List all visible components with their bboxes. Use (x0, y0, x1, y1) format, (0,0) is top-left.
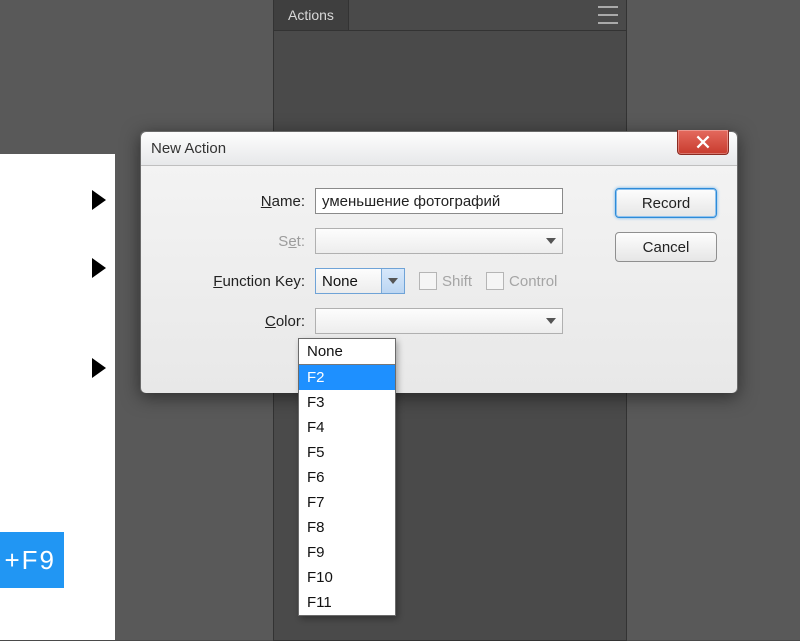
actions-panel-header: Actions (274, 0, 626, 31)
close-button[interactable] (677, 130, 729, 155)
chevron-down-icon (381, 269, 404, 293)
function-key-option[interactable]: F10 (299, 565, 395, 590)
function-key-option[interactable]: F6 (299, 465, 395, 490)
function-key-row: Function Key: None Shift Control (159, 268, 719, 294)
function-key-dropdown[interactable]: None (315, 268, 405, 294)
record-button[interactable]: Record (615, 188, 717, 218)
function-key-option[interactable]: F2 (299, 365, 395, 390)
control-checkbox[interactable]: Control (486, 272, 557, 290)
dialog-titlebar[interactable]: New Action (141, 132, 737, 166)
function-key-option[interactable]: F3 (299, 390, 395, 415)
set-label: Set: (159, 233, 315, 250)
color-label: Color: (159, 313, 315, 330)
chevron-down-icon (539, 309, 562, 333)
shift-label: Shift (442, 273, 472, 290)
function-key-option[interactable]: F8 (299, 515, 395, 540)
checkbox-icon (419, 272, 437, 290)
dialog-body: Record Cancel Name: Set: Function Key: N… (141, 166, 737, 393)
play-icon (92, 190, 106, 210)
function-key-option[interactable]: None (299, 339, 395, 365)
function-key-option[interactable]: F9 (299, 540, 395, 565)
function-key-option[interactable]: F11 (299, 590, 395, 615)
function-key-value: None (322, 273, 358, 290)
checkbox-icon (486, 272, 504, 290)
play-icon (92, 358, 106, 378)
panel-menu-icon[interactable] (590, 4, 620, 26)
shortcut-hint: +F9 (0, 532, 64, 588)
function-key-options[interactable]: NoneF2F3F4F5F6F7F8F9F10F11 (298, 338, 396, 616)
control-label: Control (509, 273, 557, 290)
dialog-title: New Action (141, 140, 226, 157)
set-dropdown[interactable] (315, 228, 563, 254)
actions-tab[interactable]: Actions (274, 0, 349, 30)
play-icon (92, 258, 106, 278)
shift-checkbox[interactable]: Shift (419, 272, 472, 290)
function-key-option[interactable]: F5 (299, 440, 395, 465)
color-dropdown[interactable] (315, 308, 563, 334)
name-label: Name: (159, 193, 315, 210)
name-input[interactable] (315, 188, 563, 214)
dialog-buttons: Record Cancel (615, 188, 717, 262)
new-action-dialog: New Action Record Cancel Name: Set: Func… (140, 131, 738, 393)
color-row: Color: (159, 308, 719, 334)
cancel-button[interactable]: Cancel (615, 232, 717, 262)
function-key-option[interactable]: F4 (299, 415, 395, 440)
close-icon (696, 135, 710, 149)
chevron-down-icon (539, 229, 562, 253)
function-key-option[interactable]: F7 (299, 490, 395, 515)
function-key-label: Function Key: (159, 273, 315, 290)
